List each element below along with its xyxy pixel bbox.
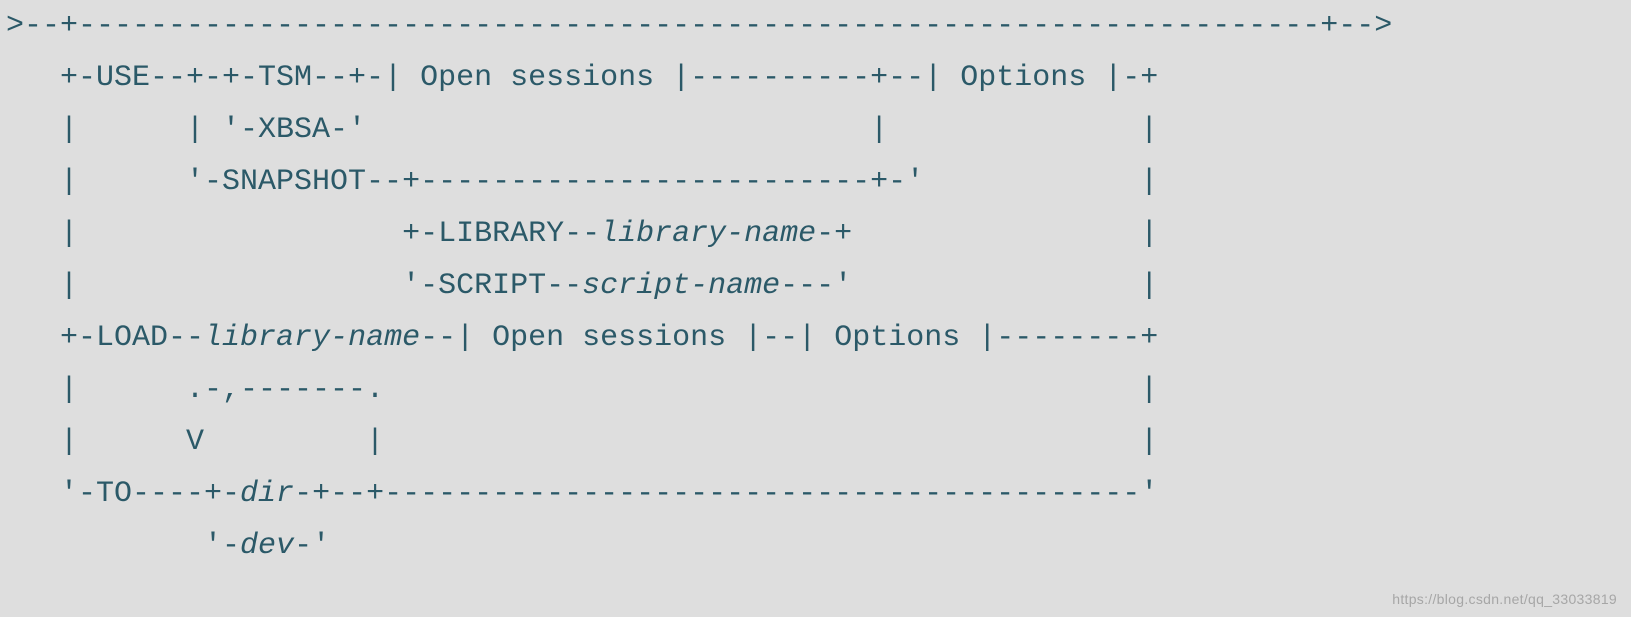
syntax-diagram: >--+------------------------------------…: [0, 0, 1631, 572]
watermark: https://blog.csdn.net/qq_33033819: [1392, 591, 1617, 607]
var-library-name-2: library-name: [204, 321, 420, 355]
syntax-line: >--+------------------------------------…: [6, 9, 1392, 43]
fragment-options-2: Options: [834, 321, 960, 355]
var-library-name: library-name: [600, 217, 816, 251]
var-script-name: script-name: [582, 269, 780, 303]
var-dev: dev: [240, 529, 294, 563]
fragment-options: Options: [960, 61, 1086, 95]
fragment-open-sessions: Open sessions: [420, 61, 654, 95]
var-dir: dir: [240, 477, 294, 511]
fragment-open-sessions-2: Open sessions: [492, 321, 726, 355]
